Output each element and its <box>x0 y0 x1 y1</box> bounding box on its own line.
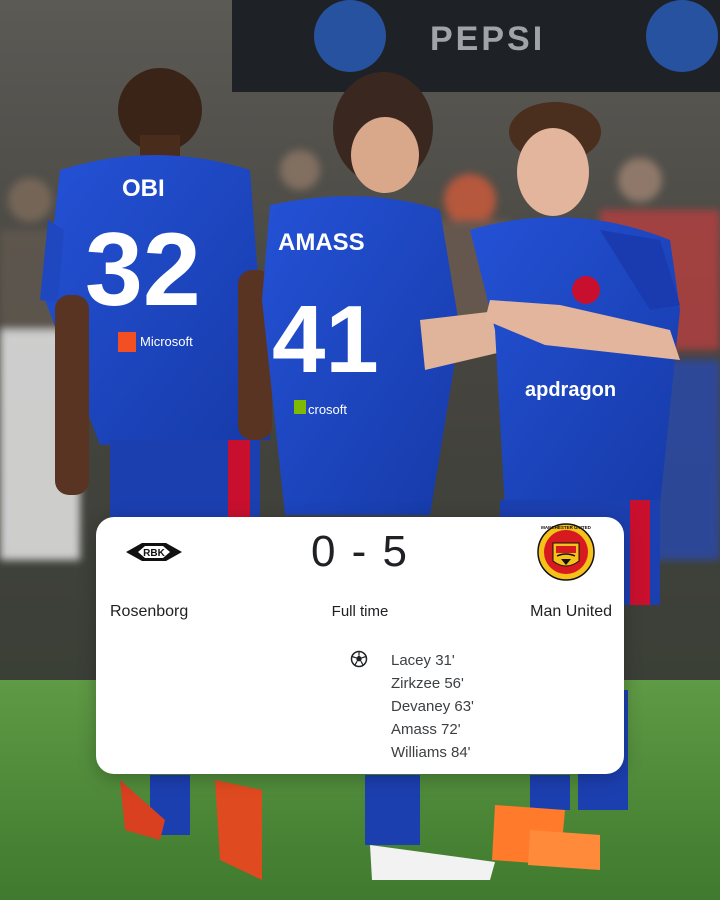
svg-text:Microsoft: Microsoft <box>140 334 193 349</box>
scorer-item: Zirkzee 56' <box>391 675 464 692</box>
scorer-item: Lacey 31' <box>391 652 455 669</box>
svg-text:AMASS: AMASS <box>278 229 365 256</box>
scorer-item: Amass 72' <box>391 721 461 738</box>
pepsi-logo-right <box>646 0 718 72</box>
man-united-crest-text: MANCHESTER UNITED <box>541 525 592 530</box>
pepsi-logo-left <box>314 0 386 72</box>
svg-text:apdragon: apdragon <box>525 379 616 401</box>
goal-scorers-list: Lacey 31' Zirkzee 56' Devaney 63' Amass … <box>391 649 474 764</box>
man-united-crest-icon: MANCHESTER UNITED <box>537 523 595 581</box>
svg-text:crosoft: crosoft <box>308 402 347 417</box>
soccer-ball-icon <box>350 650 368 668</box>
ad-board-text: PEPSI <box>430 20 545 58</box>
away-team-name[interactable]: Man United <box>530 603 612 621</box>
svg-text:32: 32 <box>85 212 201 328</box>
svg-text:41: 41 <box>272 286 379 393</box>
svg-text:OBI: OBI <box>122 175 165 202</box>
scorer-item: Williams 84' <box>391 744 471 761</box>
score-card[interactable]: RBK 0 - 5 MANCHESTER UNITED Rosenborg Fu… <box>96 517 624 774</box>
scorer-item: Devaney 63' <box>391 698 474 715</box>
